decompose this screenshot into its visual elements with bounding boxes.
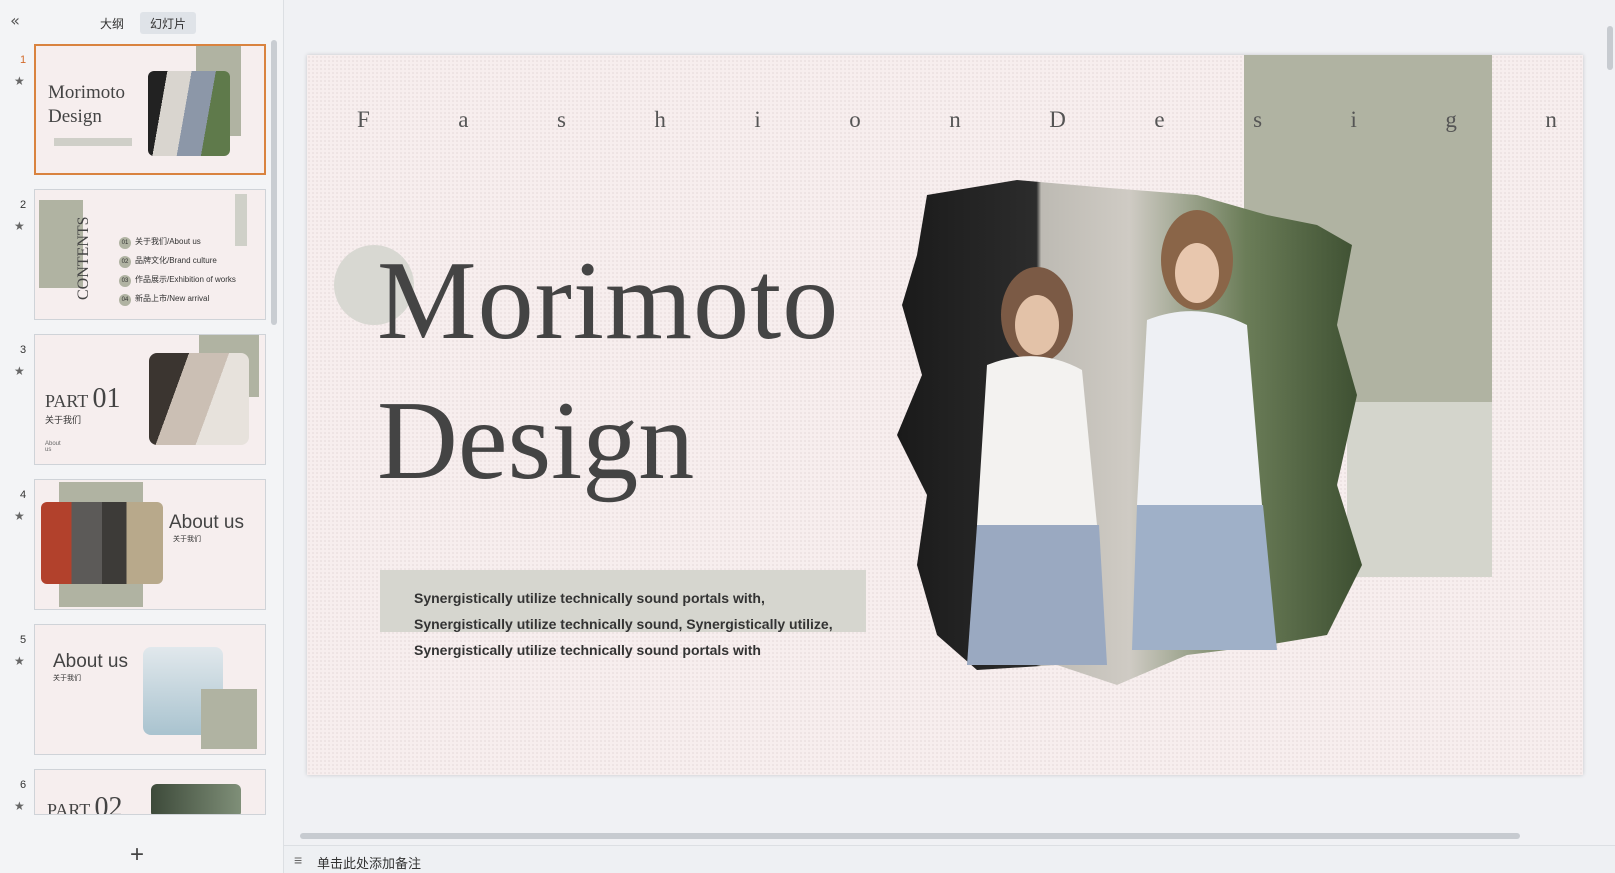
slide-number: 3 — [20, 344, 27, 356]
letter: F — [357, 107, 370, 132]
thumb-body-band — [54, 138, 132, 146]
slide-thumbnail-4[interactable]: About us 关于我们 — [34, 479, 266, 610]
slide-canvas[interactable]: F a s h i o n D e s i g n Morimoto Desig… — [307, 55, 1583, 775]
thumb-sub: 关于我们 — [173, 536, 201, 543]
olive-strip — [235, 194, 247, 246]
fashion-photo[interactable] — [867, 165, 1387, 705]
star-icon[interactable]: ★ — [14, 799, 25, 813]
olive-block — [201, 689, 257, 749]
thumbnail-row: 4 ★ About us 关于我们 — [0, 475, 284, 611]
thumb-heading: About us — [169, 512, 244, 533]
thumbnail-row: 5 ★ About us 关于我们 — [0, 620, 284, 756]
star-icon[interactable]: ★ — [14, 509, 25, 523]
notes-bar[interactable]: ≡ 单击此处添加备注 — [284, 845, 1615, 873]
slide-number: 4 — [20, 489, 27, 501]
add-slide-button[interactable]: + — [130, 843, 144, 867]
horizontal-scrollbar[interactable] — [290, 830, 1554, 840]
thumb-title-2: Design — [48, 106, 102, 127]
contents-item: 03 作品展示/Exhibition of works — [119, 270, 236, 289]
star-icon[interactable]: ★ — [14, 364, 25, 378]
horizontal-scroll-thumb[interactable] — [300, 833, 1520, 839]
vertical-scroll-thumb[interactable] — [1607, 26, 1613, 70]
thumbnail-photo — [151, 784, 241, 814]
view-tabs: 大纲 幻灯片 — [90, 12, 197, 34]
slide-number: 6 — [20, 779, 27, 791]
thumb-part: PART 02 — [47, 792, 123, 815]
slide-body-text[interactable]: Synergistically utilize technically soun… — [414, 585, 854, 663]
slide-title-line-2[interactable]: Design — [377, 385, 694, 497]
slide-thumbnail-2[interactable]: CONTENTS 01 关于我们/About us 02 品牌文化/Brand cu… — [34, 189, 266, 320]
contents-item: 02 品牌文化/Brand culture — [119, 251, 236, 270]
fashion-design-letters: F a s h i o n D e s i g n — [357, 107, 1557, 133]
letter: n — [949, 107, 961, 132]
letter: n — [1545, 107, 1557, 132]
contents-item: 01 关于我们/About us — [119, 232, 236, 251]
slide-thumbnail-panel: « 大纲 幻灯片 1 ★ Morimoto Design 2 ★ CONTENT… — [0, 0, 284, 873]
slide-number: 5 — [20, 634, 27, 646]
thumb-tiny: About us — [45, 441, 61, 453]
slide-title-line-1[interactable]: Morimoto — [377, 245, 839, 357]
thumbnail-row: 6 ★ PART 02 — [0, 765, 284, 815]
thumb-contents-list: 01 关于我们/About us 02 品牌文化/Brand culture 03 作… — [119, 232, 236, 308]
letter: o — [849, 107, 861, 132]
letter: h — [654, 107, 666, 132]
thumbnail-row: 1 ★ Morimoto Design — [0, 40, 284, 176]
letter: s — [1253, 107, 1263, 132]
thumbnail-row: 3 ★ PART 01 关于我们 About us — [0, 330, 284, 466]
thumb-sub: 关于我们 — [45, 415, 82, 425]
letter: g — [1445, 107, 1457, 132]
letter: i — [754, 107, 761, 132]
thumbnail-photo — [149, 353, 249, 445]
tab-outline[interactable]: 大纲 — [90, 12, 134, 34]
thumbnail-photo — [41, 502, 163, 584]
letter: e — [1154, 107, 1165, 132]
slide-thumbnail-5[interactable]: About us 关于我们 — [34, 624, 266, 755]
tab-slides[interactable]: 幻灯片 — [140, 12, 197, 34]
vertical-scrollbar[interactable] — [1605, 20, 1615, 840]
notes-icon: ≡ — [294, 852, 303, 868]
notes-placeholder[interactable]: 单击此处添加备注 — [317, 853, 421, 872]
letter: s — [556, 107, 566, 132]
slide-thumbnail-1[interactable]: Morimoto Design — [34, 44, 266, 175]
slide-number: 1 — [20, 54, 27, 66]
slide-number: 2 — [20, 199, 27, 211]
slide-thumbnail-6[interactable]: PART 02 — [34, 769, 266, 815]
collapse-panel-icon[interactable]: « — [6, 12, 24, 30]
thumbnail-photo — [148, 71, 230, 156]
thumb-heading: About us — [53, 651, 128, 672]
letter: D — [1049, 107, 1066, 132]
thumbnail-list: 1 ★ Morimoto Design 2 ★ CONTENTS 01 关于我们/… — [0, 40, 284, 840]
thumbnail-row: 2 ★ CONTENTS 01 关于我们/About us 02 品牌文化/Bran… — [0, 185, 284, 321]
thumbnail-scrollbar[interactable] — [271, 40, 277, 325]
letter: i — [1350, 107, 1357, 132]
letter: a — [458, 107, 469, 132]
slide-thumbnail-3[interactable]: PART 01 关于我们 About us — [34, 334, 266, 465]
thumb-title-1: Morimoto — [48, 82, 126, 103]
editor-main: F a s h i o n D e s i g n Morimoto Desig… — [284, 0, 1615, 873]
thumb-contents: CONTENTS — [75, 216, 92, 300]
star-icon[interactable]: ★ — [14, 219, 25, 233]
thumb-sub: 关于我们 — [53, 675, 81, 682]
thumb-part: PART 01 — [45, 383, 121, 414]
contents-item: 04 新品上市/New arrival — [119, 289, 236, 308]
star-icon[interactable]: ★ — [14, 654, 25, 668]
star-icon[interactable]: ★ — [14, 74, 25, 88]
